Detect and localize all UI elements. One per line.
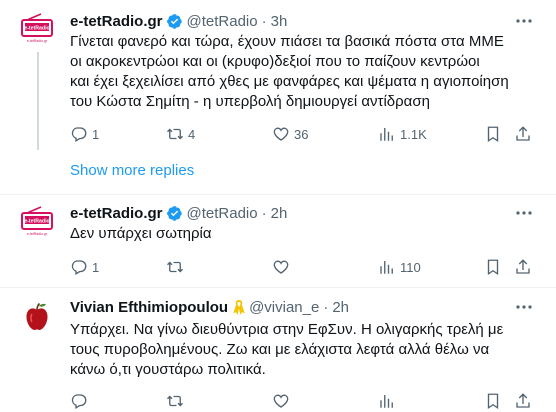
- tweet-text-line: οι ακροκεντρώοι και οι (κρυφο)δεξιοί που…: [70, 53, 480, 70]
- tweet-header: e-tetRadio.gr @tetRadio · 2h: [70, 203, 287, 223]
- share-icon: [516, 126, 530, 141]
- avatar-logo-text: e-tetRadio: [24, 26, 49, 32]
- like-button[interactable]: 36: [272, 125, 308, 143]
- timestamp[interactable]: 2h: [332, 299, 349, 316]
- verified-badge-icon: [166, 13, 182, 29]
- avatar-etetradio[interactable]: e-tetRadio e-tetRadio.gr: [17, 201, 57, 241]
- verified-badge-icon: [166, 205, 182, 221]
- share-button[interactable]: [514, 258, 532, 276]
- views-button[interactable]: 110: [378, 258, 421, 276]
- share-icon: [516, 393, 530, 408]
- share-icon: [516, 259, 530, 274]
- timestamp[interactable]: 3h: [271, 13, 288, 30]
- tweet-text-line: Γίνεται φανερό και τώρα, έχουν πιάσει τα…: [70, 33, 504, 50]
- tweet-actions: [62, 390, 536, 412]
- retweet-icon: [167, 395, 183, 407]
- tweet-text-line: τους πυροβολημένους. Ζω και με ελάχιστα …: [70, 341, 490, 358]
- retweet-button[interactable]: 4: [166, 125, 195, 143]
- tweet-actions: 1 4 36 1.1K: [62, 123, 536, 145]
- views-icon: [380, 395, 393, 408]
- tweet-text-line: Δεν υπάρχει σωτηρία: [70, 225, 212, 242]
- tweet-actions: 1 110: [62, 256, 536, 278]
- author-name[interactable]: e-tetRadio.gr: [70, 13, 163, 30]
- views-button[interactable]: [378, 392, 396, 410]
- ribbon-icon: [233, 299, 245, 315]
- retweet-button[interactable]: [166, 258, 188, 276]
- share-button[interactable]: [514, 392, 532, 410]
- tweet-text: Δεν υπάρχει σωτηρία: [70, 224, 536, 244]
- thread-line: [37, 52, 39, 150]
- tweet-text-line: Υπάρχει. Να γίνω διευθύντρια στην ΕφΣυν.…: [70, 321, 504, 338]
- reply-button[interactable]: 1: [70, 258, 99, 276]
- reply-icon: [71, 260, 87, 275]
- like-icon: [273, 127, 289, 141]
- bookmark-icon: [487, 393, 499, 410]
- reply-icon: [71, 394, 87, 409]
- like-count: 36: [294, 126, 309, 142]
- avatar-etetradio[interactable]: e-tetRadio e-tetRadio.gr: [17, 8, 57, 48]
- like-icon: [273, 394, 289, 408]
- avatar-vivian[interactable]: [17, 296, 57, 336]
- etetradio-logo-icon: e-tetRadio e-tetRadio.gr: [21, 13, 53, 43]
- separator-dot: ·: [261, 12, 267, 30]
- etetradio-logo-icon: e-tetRadio e-tetRadio.gr: [21, 206, 53, 236]
- reply-button[interactable]: 1: [70, 125, 99, 143]
- more-options-button[interactable]: [514, 297, 534, 317]
- author-handle[interactable]: @tetRadio: [187, 205, 258, 222]
- reply-button[interactable]: [70, 392, 88, 410]
- bookmark-icon: [487, 259, 499, 276]
- reply-icon: [71, 127, 87, 142]
- author-handle[interactable]: @tetRadio: [187, 13, 258, 30]
- share-button[interactable]: [514, 125, 532, 143]
- more-options-button[interactable]: [514, 203, 534, 223]
- show-more-replies-link[interactable]: Show more replies: [70, 162, 194, 179]
- reply-count: 1: [92, 259, 100, 275]
- bookmark-icon: [487, 126, 499, 143]
- retweet-count: 4: [188, 126, 196, 142]
- views-icon: [380, 261, 393, 274]
- author-name[interactable]: Vivian Efthimiopoulou: [70, 299, 228, 316]
- like-button[interactable]: [272, 392, 290, 410]
- retweet-icon: [167, 261, 183, 273]
- bookmark-button[interactable]: [484, 258, 502, 276]
- tweet-1[interactable]: e-tetRadio e-tetRadio.gr e-tetRadio.gr @…: [0, 0, 556, 150]
- like-icon: [273, 260, 289, 274]
- tweet-2[interactable]: e-tetRadio e-tetRadio.gr e-tetRadio.gr @…: [0, 195, 556, 285]
- author-handle[interactable]: @vivian_e: [249, 299, 319, 316]
- tweet-text-line: κάνω ό,τι γουστάρω πολιτικά.: [70, 361, 266, 378]
- views-count: 1.1K: [400, 126, 427, 142]
- views-button[interactable]: 1.1K: [378, 125, 427, 143]
- author-name[interactable]: e-tetRadio.gr: [70, 205, 163, 222]
- views-count: 110: [400, 259, 421, 275]
- tweet-text: Γίνεται φανερό και τώρα, έχουν πιάσει τα…: [70, 32, 536, 112]
- tweet-header: e-tetRadio.gr @tetRadio · 3h: [70, 11, 287, 31]
- retweet-button[interactable]: [166, 392, 184, 410]
- bookmark-button[interactable]: [484, 125, 502, 143]
- tweet-text-line: και έχει ξεχειλίσει από χθες με φανφάρες…: [70, 73, 509, 90]
- more-options-icon: [516, 305, 532, 309]
- tweet-text-line: του Κώστα Σημίτη - η υπερβολή δημιουργεί…: [70, 93, 430, 110]
- bookmark-button[interactable]: [484, 392, 502, 410]
- timestamp[interactable]: 2h: [271, 205, 288, 222]
- apple-avatar-icon: [26, 302, 48, 330]
- tweet-text: Υπάρχει. Να γίνω διευθύντρια στην ΕφΣυν.…: [70, 320, 536, 380]
- tweet-header: Vivian Efthimiopoulou @vivian_e · 2h: [70, 297, 349, 317]
- separator-dot: ·: [323, 298, 329, 316]
- retweet-icon: [167, 128, 183, 140]
- avatar-logo-text: e-tetRadio: [24, 219, 49, 225]
- more-options-icon: [516, 19, 532, 23]
- tweet-3[interactable]: Vivian Efthimiopoulou @vivian_e · 2h Υπά…: [0, 288, 556, 410]
- views-icon: [380, 128, 393, 141]
- more-options-button[interactable]: [514, 11, 534, 31]
- like-button[interactable]: [272, 258, 294, 276]
- avatar-logo-subtext: e-tetRadio.gr: [27, 232, 48, 236]
- avatar-logo-subtext: e-tetRadio.gr: [27, 39, 48, 43]
- more-options-icon: [516, 211, 532, 215]
- separator-dot: ·: [261, 204, 267, 222]
- reply-count: 1: [92, 126, 100, 142]
